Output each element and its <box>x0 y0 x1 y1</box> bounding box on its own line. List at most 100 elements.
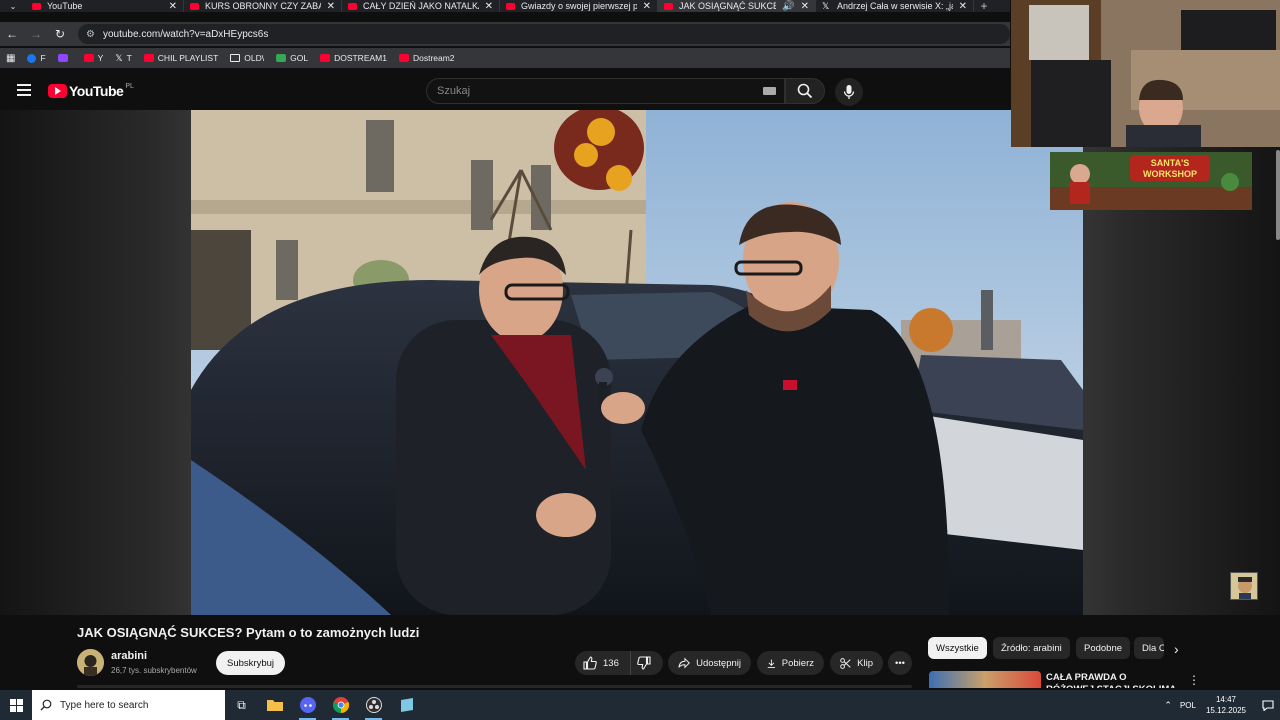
close-icon[interactable]: ✕ <box>959 1 967 12</box>
chevron-right-icon[interactable]: › <box>1174 641 1179 657</box>
discord-button[interactable] <box>291 690 324 720</box>
language-indicator[interactable]: POL <box>1180 701 1196 710</box>
download-button[interactable]: Pobierz <box>757 651 824 675</box>
chrome-icon <box>332 697 349 713</box>
bookmark-label: DOSTREAM1 <box>334 53 387 63</box>
more-actions-button[interactable]: ••• <box>888 651 912 675</box>
clip-label: Klip <box>857 657 873 669</box>
download-icon <box>767 658 776 668</box>
video-frame <box>191 110 1083 615</box>
youtube-logo[interactable]: YouTube PL <box>48 83 134 99</box>
taskbar-search[interactable]: Type here to search <box>32 690 225 720</box>
browser-tab[interactable]: KURS OBRONNY CZY ZABAWA ✕ <box>184 0 342 12</box>
chip-all[interactable]: Wszystkie <box>928 637 987 659</box>
video-metadata: JAK OSIĄGNĄĆ SUKCES? Pytam o to zamożnyc… <box>0 615 1280 688</box>
close-icon[interactable]: ✕ <box>643 1 651 12</box>
bookmark-folder-old[interactable]: OLD\ <box>230 53 264 63</box>
windows-icon <box>9 698 23 712</box>
clip-button[interactable]: Klip <box>830 651 883 675</box>
menu-icon[interactable] <box>17 84 31 96</box>
file-explorer-button[interactable] <box>258 690 291 720</box>
forward-button[interactable]: → <box>24 27 48 41</box>
svg-text:SANTA'S: SANTA'S <box>1151 158 1189 168</box>
bookmark-twitch[interactable] <box>57 54 72 62</box>
browser-tab[interactable]: Gwiazdy o swojej pierwszej pra ✕ <box>500 0 658 12</box>
channel-avatar[interactable] <box>77 649 104 676</box>
like-button[interactable]: 136 <box>575 651 631 675</box>
page-scrollbar[interactable] <box>1276 150 1280 240</box>
video-player[interactable] <box>191 110 1083 615</box>
close-icon[interactable]: ✕ <box>327 1 335 12</box>
chip-for-you[interactable]: Dla C <box>1134 637 1164 659</box>
taskbar-search-placeholder: Type here to search <box>60 699 149 711</box>
speaker-icon[interactable]: 🔊 <box>782 1 794 12</box>
address-bar[interactable]: ⚙ youtube.com/watch?v=aDxHEypcs6s <box>78 24 1010 44</box>
browser-toolbar: ← → ↻ ⚙ youtube.com/watch?v=aDxHEypcs6s <box>0 22 1010 46</box>
clock[interactable]: 14:47 15.12.2025 <box>1206 694 1246 716</box>
app-icon <box>400 698 413 712</box>
chip-source[interactable]: Źródło: arabini <box>993 637 1070 659</box>
search-button[interactable] <box>785 78 825 104</box>
voice-search-button[interactable] <box>835 78 863 106</box>
bookmark-dostream2[interactable]: Dostream2 <box>398 53 455 63</box>
search-icon <box>797 83 813 99</box>
close-icon[interactable]: ✕ <box>801 1 809 12</box>
youtube-icon <box>32 2 41 10</box>
video-title: JAK OSIĄGNĄĆ SUKCES? Pytam o to zamożnyc… <box>77 625 420 640</box>
chevron-up-icon[interactable]: ⌃ <box>1164 700 1172 711</box>
subscriber-count: 26,7 tys. subskrybentów <box>111 666 197 675</box>
apps-grid-icon[interactable]: ▦ <box>6 53 15 64</box>
bookmarks-bar: ▦ F Y 𝕏T CHIL PLAYLIST OLD\ GOL DOSTREAM… <box>0 48 1010 68</box>
browser-tab[interactable]: CAŁY DZIEŃ JAKO NATALKA!! (I ✕ <box>342 0 500 12</box>
youtube-icon <box>320 54 331 62</box>
bookmark-label: Dostream2 <box>412 53 455 63</box>
app-button[interactable] <box>390 690 423 720</box>
share-button[interactable]: Udostępnij <box>668 651 751 675</box>
download-label: Pobierz <box>781 657 814 669</box>
keyboard-icon[interactable] <box>763 87 776 95</box>
bookmark-f[interactable]: F <box>27 53 46 63</box>
youtube-header: YouTube PL Szukaj <box>0 72 1010 110</box>
browser-tab-active[interactable]: JAK OSIĄGNĄĆ SUKCES? Py 🔊 ✕ <box>658 0 816 12</box>
bookmark-t[interactable]: 𝕏T <box>115 53 131 64</box>
tab-search-button[interactable]: ⌄ <box>0 0 26 12</box>
system-tray: ⌃ POL 14:47 15.12.2025 <box>1164 690 1280 720</box>
back-button[interactable]: ← <box>0 27 24 41</box>
recommendation-thumbnail[interactable] <box>929 671 1041 688</box>
bookmark-y[interactable]: Y <box>83 53 103 63</box>
task-view-button[interactable]: ⧉ <box>225 690 258 720</box>
date: 15.12.2025 <box>1205 706 1246 715</box>
chip-related[interactable]: Podobne <box>1076 637 1131 659</box>
reload-button[interactable]: ↻ <box>48 27 72 41</box>
webcam-overlay <box>1011 0 1280 147</box>
bookmark-gol[interactable]: GOL <box>276 53 308 63</box>
svg-text:WORKSHOP: WORKSHOP <box>1143 169 1197 179</box>
search-input[interactable]: Szukaj <box>426 78 785 104</box>
more-horizontal-icon: ••• <box>895 657 905 669</box>
more-vertical-icon[interactable]: ⋮ <box>1188 673 1200 687</box>
obs-icon <box>365 697 382 713</box>
close-icon[interactable]: ✕ <box>485 1 493 12</box>
browser-tab[interactable]: 𝕏 Andrzej Cała w serwisie X: „ja ju ✕ <box>816 0 974 12</box>
thumbs-down-icon <box>637 656 651 670</box>
subscribe-button[interactable]: Subskrybuj <box>216 651 285 675</box>
start-button[interactable] <box>0 690 32 720</box>
thumbs-up-icon <box>583 656 597 670</box>
recommendation-title[interactable]: CAŁA PRAWDA O RÓŻOWEJ STACJI SKOLIMA - <box>1046 672 1176 688</box>
bookmark-dostream1[interactable]: DOSTREAM1 <box>320 53 387 63</box>
bookmark-chil-playlist[interactable]: CHIL PLAYLIST <box>143 53 219 63</box>
dislike-button[interactable] <box>631 651 663 675</box>
browser-tab[interactable]: YouTube ✕ <box>26 0 184 12</box>
youtube-icon <box>83 54 94 62</box>
site-info-icon[interactable]: ⚙ <box>86 29 95 40</box>
youtube-icon <box>506 2 515 10</box>
channel-name[interactable]: arabini <box>111 650 147 662</box>
new-tab-button[interactable]: + <box>974 0 994 12</box>
notifications-button[interactable] <box>1256 699 1280 711</box>
youtube-icon <box>398 54 409 62</box>
close-icon[interactable]: ✕ <box>169 1 177 12</box>
bookmark-label: CHIL PLAYLIST <box>157 53 219 63</box>
tab-title: KURS OBRONNY CZY ZABAWA <box>205 1 321 11</box>
obs-button[interactable] <box>357 690 390 720</box>
chrome-button[interactable] <box>324 690 357 720</box>
